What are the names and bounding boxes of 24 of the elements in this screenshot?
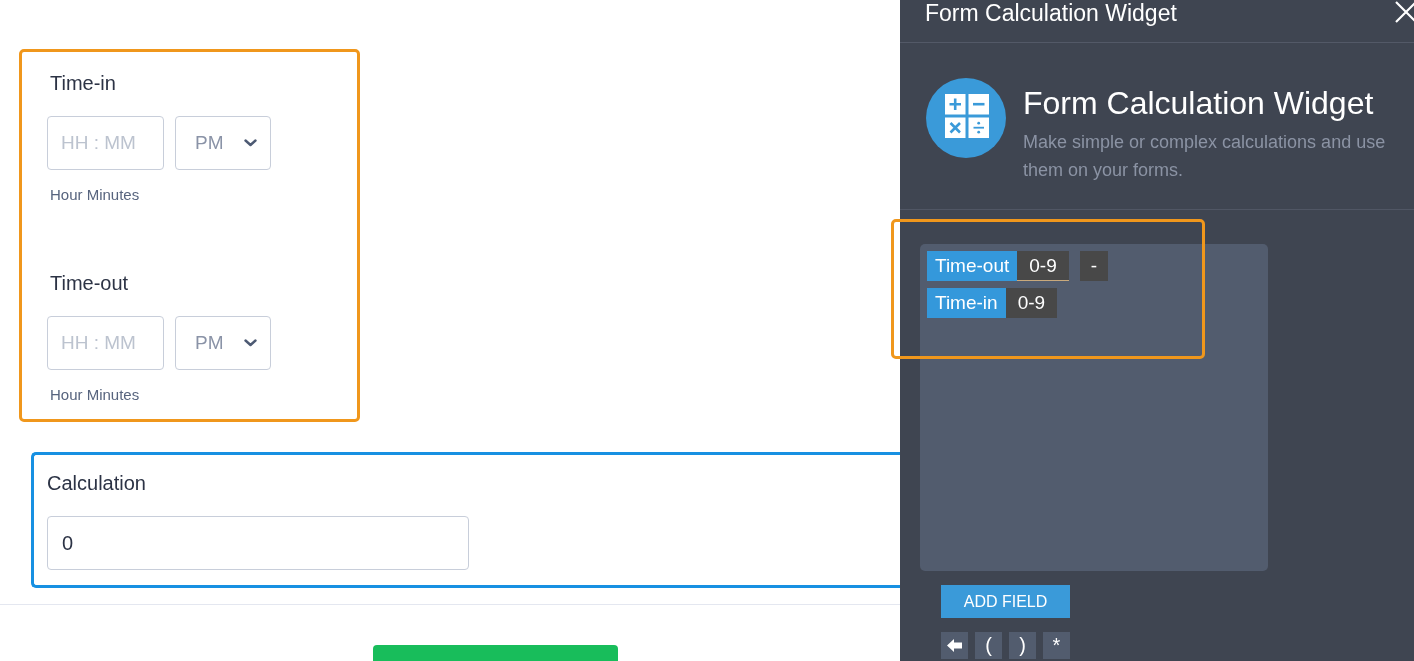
range-token[interactable]: 0-9: [1005, 288, 1058, 318]
chevron-icon: [244, 139, 257, 147]
time-input[interactable]: HH : MM: [47, 116, 164, 170]
backspace-key[interactable]: [941, 632, 968, 659]
calculation-input[interactable]: 0: [47, 516, 469, 570]
operator-key[interactable]: (: [975, 632, 1002, 659]
field-sublabel: Hour Minutes: [50, 185, 141, 205]
math-operators-icon: [926, 78, 1006, 158]
arrow-left-icon: [946, 638, 963, 653]
widget-heading: Form Calculation Widget: [1023, 84, 1375, 122]
field-label: Time-in: [50, 71, 117, 95]
chevron-icon: [244, 339, 257, 347]
range-token[interactable]: 0-9: [1017, 251, 1069, 281]
close-icon[interactable]: [1395, 1, 1414, 23]
field-sublabel: Hour Minutes: [50, 385, 141, 405]
field-label: Time-out: [50, 271, 130, 295]
operator-token[interactable]: -: [1079, 251, 1109, 281]
panel-title: Form Calculation Widget: [925, 0, 1177, 26]
formula-editor[interactable]: Time-out 0-9 - Time-in 0-9: [920, 244, 1268, 571]
operator-key[interactable]: *: [1043, 632, 1070, 659]
field-label: Calculation: [47, 471, 147, 495]
widget-description: Make simple or complex calculations and use them on your forms.: [1023, 131, 1387, 182]
time-input[interactable]: HH : MM: [47, 316, 164, 370]
operator-key[interactable]: ): [1009, 632, 1036, 659]
